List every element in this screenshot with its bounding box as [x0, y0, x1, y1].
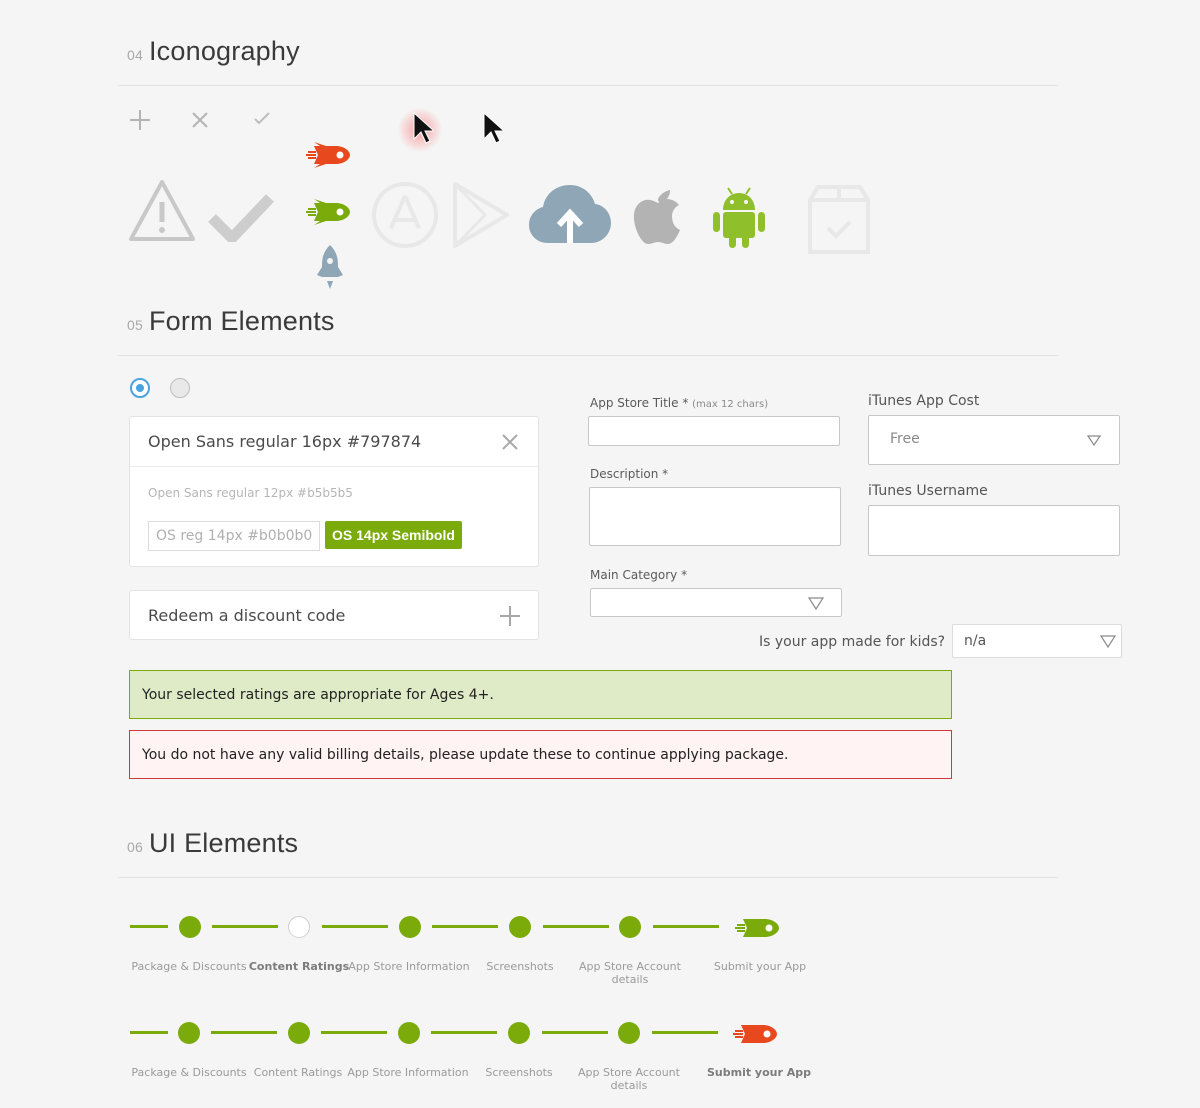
- redeem-label: Redeem a discount code: [148, 606, 346, 625]
- chevron-down-icon: [808, 597, 824, 610]
- step-dot-done[interactable]: [288, 1022, 310, 1044]
- package-check-icon: [808, 185, 870, 254]
- chevron-down-icon: [1087, 435, 1101, 446]
- apple-icon: [633, 190, 680, 244]
- card-divider: [130, 466, 538, 467]
- app-store-title-input[interactable]: [588, 416, 840, 446]
- main-category-label: Main Category *: [590, 568, 688, 582]
- step-label: App Store Account details: [579, 960, 681, 986]
- kids-label: Is your app made for kids?: [759, 634, 946, 650]
- section-title-ui: 06 UI Elements: [127, 828, 298, 859]
- itunes-cost-value: Free: [890, 431, 920, 447]
- close-icon[interactable]: [191, 111, 209, 129]
- step-dot-done[interactable]: [618, 1022, 640, 1044]
- alert-text: Your selected ratings are appropriate fo…: [142, 686, 494, 703]
- alert-error: You do not have any valid billing detail…: [129, 730, 952, 779]
- radio-selected[interactable]: [130, 378, 150, 398]
- description-label: Description *: [590, 467, 669, 481]
- step-dot-done[interactable]: [509, 916, 531, 938]
- rocket-green-icon[interactable]: [735, 915, 781, 941]
- step-connector: [653, 925, 719, 928]
- plus-icon[interactable]: [129, 109, 151, 131]
- section-number: 04: [127, 47, 143, 63]
- rocket-red-icon[interactable]: [733, 1021, 779, 1047]
- redeem-discount-row[interactable]: Redeem a discount code: [129, 590, 539, 640]
- section-title-iconography: 04 Iconography: [127, 36, 300, 67]
- step-connector: [321, 1031, 387, 1034]
- step-dot-done[interactable]: [399, 916, 421, 938]
- label-hint: (max 12 chars): [692, 399, 769, 410]
- step-connector: [322, 925, 388, 928]
- step-connector: [543, 925, 609, 928]
- cursor-icon: [483, 112, 504, 144]
- step-label-active: Submit your App: [706, 1066, 812, 1079]
- large-check-icon: [208, 194, 274, 242]
- semibold-button[interactable]: OS 14px Semibold: [325, 521, 462, 549]
- itunes-cost-select[interactable]: Free: [868, 415, 1120, 465]
- label-text: App Store Title *: [590, 396, 689, 410]
- step-connector: [542, 1031, 608, 1034]
- section-divider: [118, 877, 1058, 878]
- step-connector: [212, 925, 278, 928]
- rocket-grey-icon: [317, 245, 343, 289]
- step-label: App Store Account details: [578, 1066, 680, 1092]
- itunes-username-label: iTunes Username: [868, 483, 988, 499]
- cloud-upload-icon: [529, 185, 611, 243]
- step-connector: [431, 1031, 497, 1034]
- description-textarea[interactable]: [589, 487, 841, 546]
- android-icon: [713, 187, 765, 248]
- card-title: Open Sans regular 16px #797874: [148, 432, 422, 451]
- step-connector: [652, 1031, 718, 1034]
- app-store-title-label: App Store Title * (max 12 chars): [590, 396, 768, 410]
- play-store-icon: [453, 182, 509, 248]
- section-heading: Iconography: [148, 36, 300, 66]
- kids-value: n/a: [964, 633, 987, 649]
- main-category-select[interactable]: [590, 588, 842, 617]
- section-divider: [118, 355, 1058, 356]
- sample-card: Open Sans regular 16px #797874 Open Sans…: [129, 416, 539, 567]
- kids-select[interactable]: n/a: [952, 624, 1122, 658]
- step-dot-done[interactable]: [178, 1022, 200, 1044]
- alert-success: Your selected ratings are appropriate fo…: [129, 670, 952, 719]
- warning-icon: [129, 180, 195, 241]
- section-number: 05: [127, 317, 143, 333]
- card-small-text: Open Sans regular 12px #b5b5b5: [148, 486, 353, 500]
- check-icon[interactable]: [253, 111, 271, 125]
- section-heading: Form Elements: [148, 306, 335, 336]
- alert-text: You do not have any valid billing detail…: [142, 746, 789, 763]
- chevron-down-icon: [1100, 635, 1116, 648]
- step-connector: [432, 925, 498, 928]
- step-dot-done[interactable]: [619, 916, 641, 938]
- itunes-cost-label: iTunes App Cost: [868, 393, 980, 409]
- app-store-icon: [372, 182, 438, 248]
- radio-unselected[interactable]: [170, 378, 190, 398]
- step-dot-done[interactable]: [179, 916, 201, 938]
- itunes-username-input[interactable]: [868, 505, 1120, 556]
- step-connector: [130, 925, 168, 928]
- section-divider: [118, 85, 1058, 86]
- cursor-red-glow-icon: [413, 112, 434, 144]
- step-dot-done[interactable]: [398, 1022, 420, 1044]
- rocket-green-icon: [306, 199, 350, 225]
- section-heading: UI Elements: [148, 828, 299, 858]
- step-connector: [211, 1031, 277, 1034]
- step-dot-current[interactable]: [288, 916, 310, 938]
- section-title-forms: 05 Form Elements: [127, 306, 335, 337]
- section-number: 06: [127, 839, 143, 855]
- sample-tag: OS reg 14px #b0b0b0: [148, 521, 321, 551]
- step-connector: [130, 1031, 168, 1034]
- step-dot-done[interactable]: [508, 1022, 530, 1044]
- rocket-red-icon: [306, 142, 350, 168]
- close-icon[interactable]: [501, 433, 519, 451]
- plus-icon[interactable]: [499, 605, 521, 627]
- step-label: Submit your App: [713, 960, 807, 973]
